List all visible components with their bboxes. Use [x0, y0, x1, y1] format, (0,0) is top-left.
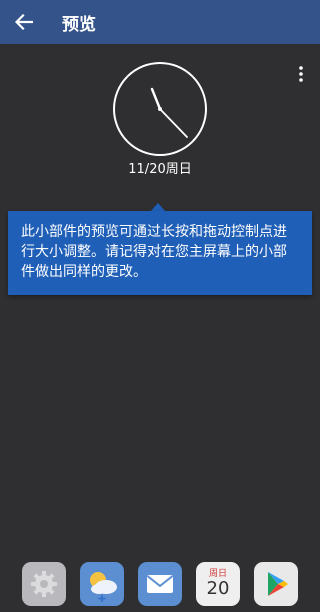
widget-date: 11/20周日	[128, 162, 192, 177]
weather-icon	[90, 572, 117, 602]
settings-app-icon[interactable]	[22, 562, 66, 606]
back-button[interactable]	[0, 0, 48, 44]
resize-hint-tooltip: 此小部件的预览可通过长按和拖动控制点进行大小调整。请记得对在您主屏幕上的小部件做…	[8, 211, 312, 295]
calendar-app-icon[interactable]: 周日 20	[196, 562, 240, 606]
arrow-back-icon	[15, 14, 33, 30]
clock-center	[158, 107, 162, 111]
tooltip-text: 此小部件的预览可通过长按和拖动控制点进行大小调整。请记得对在您主屏幕上的小部件做…	[21, 224, 287, 280]
play-store-icon	[268, 572, 288, 596]
app-bar: 预览	[0, 0, 320, 44]
analog-clock-widget[interactable]	[112, 61, 208, 157]
hour-hand	[150, 87, 162, 111]
weather-app-icon[interactable]	[80, 562, 124, 606]
page-title: 预览	[62, 14, 96, 35]
calendar-day: 20	[206, 578, 230, 599]
play-store-app-icon[interactable]	[254, 562, 298, 606]
more-vert-icon	[299, 66, 303, 82]
mail-app-icon[interactable]	[138, 562, 182, 606]
more-options-button[interactable]	[290, 62, 312, 86]
mail-icon	[146, 575, 174, 593]
dock: 周日 20	[0, 562, 320, 612]
minute-hand	[159, 108, 188, 138]
settings-icon	[31, 571, 57, 597]
